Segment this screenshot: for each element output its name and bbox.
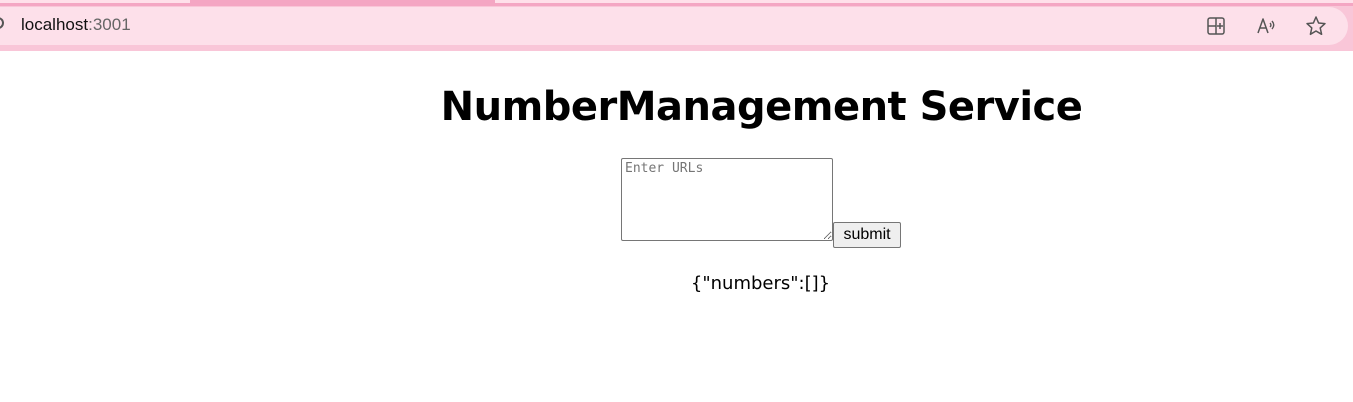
address-url[interactable]: localhost:3001 [21,15,131,35]
url-port: :3001 [88,15,131,34]
page-title: NumberManagement Service [440,84,1083,130]
tab-strip [0,0,1353,6]
browser-chrome: localhost:3001 [0,0,1353,51]
tab-left[interactable] [0,0,190,3]
urls-textarea[interactable] [621,158,833,241]
split-screen-icon[interactable] [1204,14,1228,38]
address-bar[interactable] [0,7,1348,45]
url-host: localhost [21,15,89,34]
numbers-result: {"numbers":[]} [690,273,831,294]
page-content: NumberManagement Service submit {"number… [0,51,1353,402]
submit-button[interactable]: submit [833,222,901,248]
read-aloud-icon[interactable] [1255,14,1279,38]
favorite-star-icon[interactable] [1304,14,1328,38]
tab-right[interactable] [495,0,1353,3]
